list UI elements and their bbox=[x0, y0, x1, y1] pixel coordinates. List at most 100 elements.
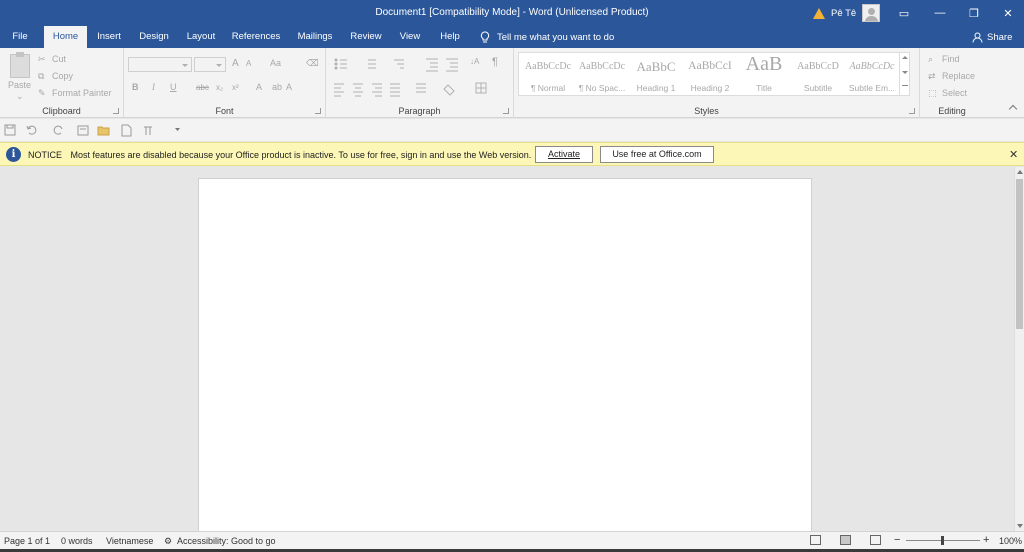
select-button[interactable]: Select bbox=[942, 88, 967, 98]
activate-button[interactable]: Activate bbox=[535, 146, 593, 163]
style-no-spacing[interactable]: AaBbCcDc ¶ No Spac... bbox=[575, 53, 629, 95]
copy-icon: ⧉ bbox=[38, 71, 45, 81]
share-button[interactable]: Share bbox=[972, 26, 1012, 48]
subscript-button[interactable]: x₂ bbox=[216, 83, 223, 92]
zoom-in-button[interactable]: + bbox=[983, 534, 989, 546]
paintbrush-icon: ✎ bbox=[38, 88, 46, 98]
tab-review[interactable]: Review bbox=[348, 26, 384, 48]
paste-icon[interactable] bbox=[10, 52, 30, 78]
chevron-down-icon[interactable] bbox=[902, 71, 908, 74]
clipboard-label: Clipboard bbox=[42, 106, 81, 116]
ribbon-display-options-icon[interactable]: ▭ bbox=[886, 0, 922, 26]
minimize-button[interactable]: — bbox=[922, 0, 958, 26]
italic-button[interactable]: I bbox=[152, 82, 155, 92]
tab-insert[interactable]: Insert bbox=[92, 26, 126, 48]
scroll-thumb[interactable] bbox=[1016, 179, 1023, 329]
scroll-up-icon[interactable] bbox=[1017, 170, 1023, 174]
accessibility-status[interactable]: Accessibility: Good to go bbox=[177, 536, 276, 546]
vertical-scrollbar[interactable] bbox=[1014, 167, 1024, 531]
tab-references[interactable]: References bbox=[230, 26, 282, 48]
user-name[interactable]: Pê Tê bbox=[831, 8, 856, 19]
ribbon: Paste ⌄ ✂ Cut ⧉ Copy ✎ Format Painter Cl… bbox=[0, 48, 1024, 118]
restore-button[interactable]: ❐ bbox=[956, 0, 992, 26]
tab-view[interactable]: View bbox=[396, 26, 424, 48]
qat-icons bbox=[4, 124, 180, 137]
language[interactable]: Vietnamese bbox=[106, 536, 153, 546]
tab-mailings[interactable]: Mailings bbox=[293, 26, 337, 48]
read-mode-icon[interactable] bbox=[810, 535, 821, 545]
use-free-button[interactable]: Use free at Office.com bbox=[600, 146, 714, 163]
style-subtle-emphasis[interactable]: AaBbCcDc Subtle Em... bbox=[845, 53, 899, 95]
style-title[interactable]: AaB Title bbox=[737, 53, 791, 95]
warning-icon[interactable] bbox=[813, 7, 825, 19]
tab-design[interactable]: Design bbox=[136, 26, 172, 48]
styles-gallery-scroll[interactable] bbox=[899, 53, 909, 95]
bold-button[interactable]: B bbox=[132, 82, 139, 92]
style-subtitle[interactable]: AaBbCcD Subtitle bbox=[791, 53, 845, 95]
highlight-button[interactable]: ab bbox=[272, 82, 282, 92]
show-paragraph-marks-button[interactable]: ¶ bbox=[492, 56, 498, 68]
select-icon: ⬚ bbox=[928, 88, 937, 98]
tell-me-search[interactable]: Tell me what you want to do bbox=[480, 26, 614, 48]
close-icon[interactable]: ✕ bbox=[1009, 148, 1018, 161]
info-icon: i bbox=[6, 147, 21, 162]
collapse-ribbon-icon[interactable] bbox=[1008, 104, 1018, 114]
style-heading-1[interactable]: AaBbC Heading 1 bbox=[629, 53, 683, 95]
replace-button[interactable]: Replace bbox=[942, 71, 975, 81]
font-color-button[interactable]: A bbox=[286, 82, 292, 92]
styles-gallery: AaBbCcDc ¶ Normal AaBbCcDc ¶ No Spac... … bbox=[518, 52, 910, 96]
format-painter-button[interactable]: Format Painter bbox=[52, 88, 112, 98]
avatar[interactable] bbox=[862, 4, 881, 22]
cut-button[interactable]: Cut bbox=[52, 54, 66, 64]
more-styles-icon[interactable] bbox=[902, 85, 908, 86]
strikethrough-button[interactable]: abc bbox=[196, 83, 209, 92]
web-layout-icon[interactable] bbox=[870, 535, 881, 545]
zoom-level[interactable]: 100% bbox=[999, 536, 1022, 546]
clipboard-launcher-icon[interactable] bbox=[113, 108, 119, 114]
chevron-down-icon[interactable]: ⌄ bbox=[16, 91, 24, 102]
paste-button[interactable]: Paste bbox=[8, 80, 31, 90]
zoom-slider-thumb[interactable] bbox=[941, 536, 944, 545]
notice-bar: i NOTICE Most features are disabled beca… bbox=[0, 142, 1024, 166]
word-count[interactable]: 0 words bbox=[61, 536, 93, 546]
styles-launcher-icon[interactable] bbox=[909, 108, 915, 114]
tab-help[interactable]: Help bbox=[436, 26, 464, 48]
copy-button[interactable]: Copy bbox=[52, 71, 73, 81]
print-layout-icon[interactable] bbox=[840, 535, 851, 545]
page-count[interactable]: Page 1 of 1 bbox=[4, 536, 50, 546]
shrink-font-button[interactable]: A bbox=[246, 59, 251, 68]
text-effects-button[interactable]: A bbox=[256, 82, 262, 92]
paragraph-launcher-icon[interactable] bbox=[503, 108, 509, 114]
style-heading-2[interactable]: AaBbCcI Heading 2 bbox=[683, 53, 737, 95]
sort-button[interactable]: ↓A bbox=[470, 57, 479, 66]
document-page[interactable] bbox=[198, 178, 812, 531]
grow-font-button[interactable]: A bbox=[232, 58, 239, 69]
font-size-combo[interactable] bbox=[194, 57, 226, 72]
underline-button[interactable]: U bbox=[170, 82, 177, 92]
account-area[interactable]: Pê Tê bbox=[813, 3, 881, 23]
style-normal[interactable]: AaBbCcDc ¶ Normal bbox=[521, 53, 575, 95]
tab-layout[interactable]: Layout bbox=[183, 26, 219, 48]
superscript-button[interactable]: x² bbox=[232, 83, 239, 92]
tab-file[interactable]: File bbox=[6, 26, 34, 48]
ribbon-tabs: File Home Insert Design Layout Reference… bbox=[0, 26, 1024, 48]
change-case-button[interactable]: Aa bbox=[270, 58, 281, 68]
quick-access-toolbar bbox=[0, 119, 1024, 141]
find-button[interactable]: Find bbox=[942, 54, 960, 64]
lightbulb-icon bbox=[480, 30, 490, 42]
title-bar: Document1 [Compatibility Mode] - Word (U… bbox=[0, 0, 1024, 26]
scroll-down-icon[interactable] bbox=[1017, 524, 1023, 528]
chevron-up-icon[interactable] bbox=[902, 56, 908, 59]
replace-icon: ⇄ bbox=[928, 71, 936, 81]
tab-home[interactable]: Home bbox=[44, 26, 87, 48]
clear-formatting-icon[interactable]: ⌫ bbox=[306, 58, 319, 69]
font-name-combo[interactable] bbox=[128, 57, 192, 72]
font-label: Font bbox=[215, 106, 234, 116]
document-area bbox=[0, 167, 1014, 531]
zoom-out-button[interactable]: − bbox=[894, 534, 900, 546]
close-button[interactable]: ✕ bbox=[990, 0, 1024, 26]
font-launcher-icon[interactable] bbox=[315, 108, 321, 114]
accessibility-icon: ⚙ bbox=[164, 536, 173, 546]
styles-label: Styles bbox=[694, 106, 719, 116]
paragraph-icons bbox=[334, 58, 487, 97]
